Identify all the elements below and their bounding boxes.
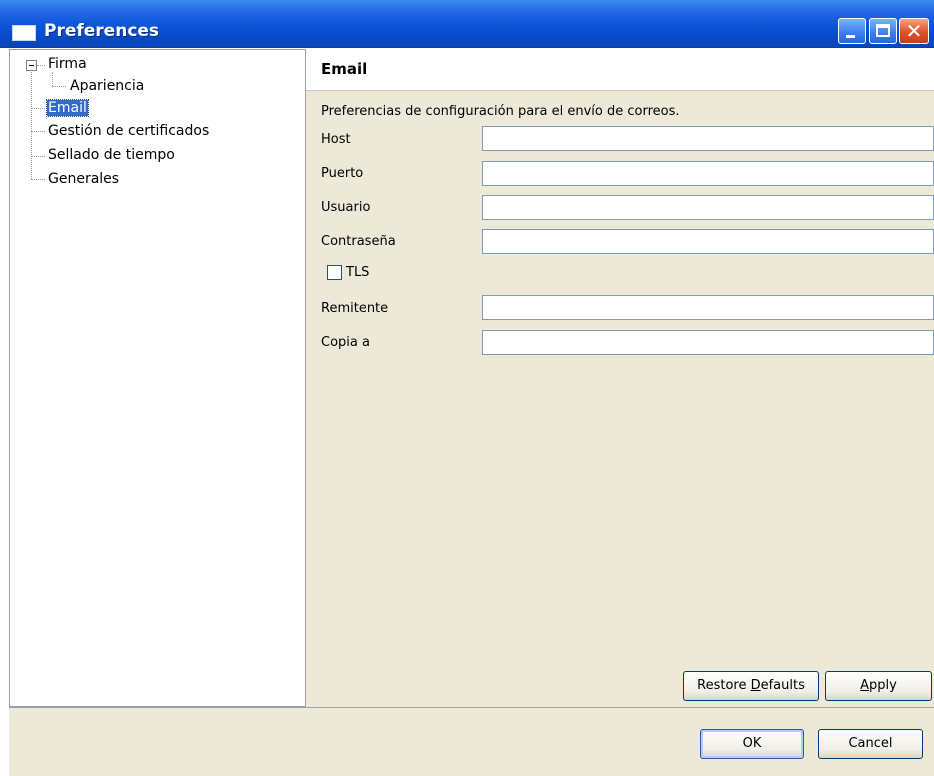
apply-button[interactable]: Apply	[825, 671, 932, 701]
maximize-icon	[876, 24, 890, 37]
page-header: Email	[306, 49, 934, 91]
host-input[interactable]	[482, 126, 934, 151]
contrasena-input[interactable]	[482, 229, 934, 254]
tree-item-apariencia[interactable]: Apariencia	[70, 76, 144, 96]
minimize-button[interactable]	[838, 18, 866, 44]
page-description: Preferencias de configuración para el en…	[321, 104, 680, 119]
maximize-button[interactable]	[869, 18, 897, 44]
usuario-input[interactable]	[482, 195, 934, 220]
restore-defaults-button[interactable]: Restore Defaults	[683, 671, 819, 701]
tls-checkbox[interactable]	[327, 265, 342, 280]
tree-item-label: Generales	[48, 171, 120, 187]
tree-item-label: Apariencia	[70, 78, 145, 94]
usuario-label: Usuario	[321, 200, 371, 215]
tree-item-label: Sellado de tiempo	[48, 147, 175, 163]
tree-connector	[31, 70, 32, 179]
collapse-toggle[interactable]	[26, 60, 37, 71]
close-icon: ✕	[905, 19, 923, 43]
tree-connector	[31, 156, 45, 157]
remitente-label: Remitente	[321, 301, 389, 316]
preference-page: Email Preferencias de configuración para…	[306, 49, 934, 707]
host-label: Host	[321, 132, 351, 147]
close-button[interactable]: ✕	[899, 18, 929, 44]
tls-label[interactable]: TLS	[346, 265, 369, 280]
tree-item-label: Gestión de certificados	[48, 123, 210, 139]
contrasena-label: Contraseña	[321, 234, 396, 249]
puerto-label: Puerto	[321, 166, 364, 181]
tree-item-label: Firma	[48, 56, 87, 72]
tree-item-gestion-certificados[interactable]: Gestión de certificados	[48, 121, 209, 141]
tree-connector	[37, 65, 45, 66]
dialog-button-bar: OK Cancel	[9, 707, 934, 776]
minimize-icon	[846, 35, 855, 38]
tree-connector	[31, 108, 45, 109]
preferences-tree[interactable]: Firma Apariencia Email Gestión de certif…	[9, 49, 306, 707]
tree-item-firma[interactable]: Firma	[48, 54, 87, 74]
window-title: Preferences	[44, 21, 160, 41]
restore-defaults-label: Restore Defaults	[697, 678, 805, 693]
remitente-input[interactable]	[482, 295, 934, 320]
tree-connector	[31, 179, 45, 180]
apply-label: Apply	[860, 678, 897, 693]
title-bar[interactable]: Preferences ✕	[0, 0, 934, 48]
tree-item-label: Email	[46, 99, 89, 117]
copia-a-label: Copia a	[321, 335, 370, 350]
tree-item-email[interactable]: Email	[46, 98, 89, 118]
tree-item-sellado-tiempo[interactable]: Sellado de tiempo	[48, 145, 175, 165]
tree-connector	[31, 131, 45, 132]
ok-button[interactable]: OK	[700, 729, 804, 759]
puerto-input[interactable]	[482, 161, 934, 186]
cancel-button[interactable]: Cancel	[818, 729, 923, 759]
copia-a-input[interactable]	[482, 330, 934, 355]
window-icon	[12, 25, 36, 41]
tree-connector	[52, 86, 66, 87]
tree-item-generales[interactable]: Generales	[48, 169, 119, 189]
tree-connector	[52, 72, 53, 86]
page-title: Email	[321, 60, 368, 78]
